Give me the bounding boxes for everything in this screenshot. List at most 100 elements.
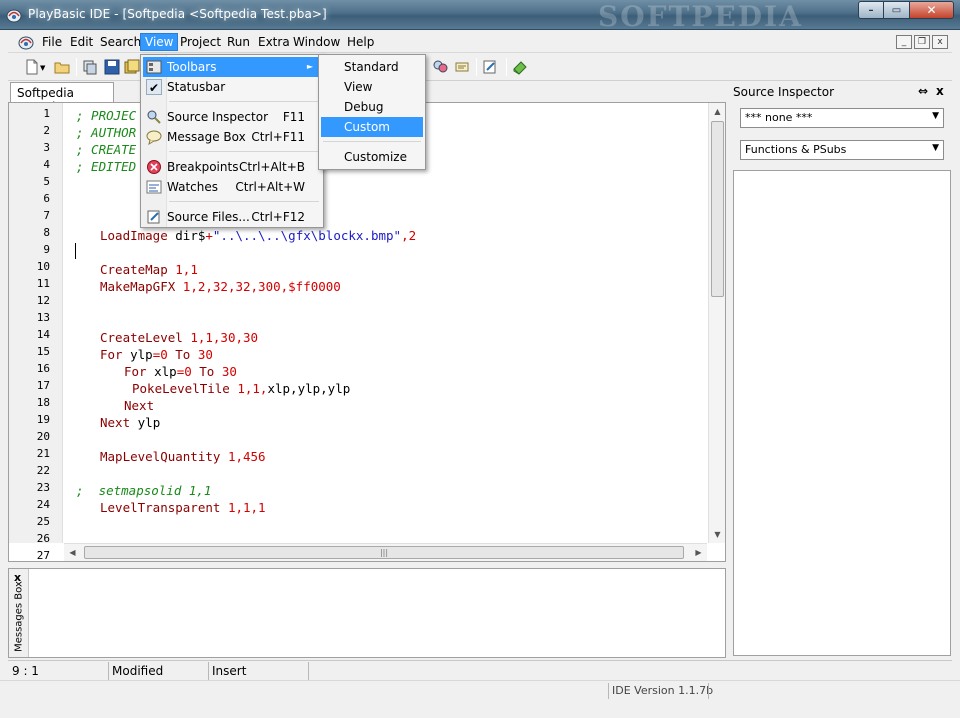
number: 0 xyxy=(184,364,200,379)
vertical-scroll-thumb[interactable] xyxy=(711,121,724,297)
code-line-1: ; PROJEC xyxy=(76,107,136,124)
menu-shortcut: Ctrl+F11 xyxy=(251,130,305,144)
notes-icon[interactable] xyxy=(454,59,470,75)
line-number: 8 xyxy=(43,226,50,239)
comment-text: ; setmapsolid 1,1 xyxy=(76,483,212,498)
code-line-11: MakeMapGFX 1,2,32,32,300,$ff0000 xyxy=(100,278,341,295)
code-editor[interactable]: 1 2 3 4 5 6 7 8 9 10 11 12 13 14 15 16 17 18 19 20 21 22 23 24 2… xyxy=(8,102,726,562)
menu-window[interactable]: Window xyxy=(289,33,344,51)
minimize-button[interactable]: – xyxy=(858,1,884,19)
code-line-3: ; CREATE xyxy=(76,141,136,158)
line-number: 15 xyxy=(36,345,50,358)
menu-item-breakpoints[interactable]: Breakpoints Ctrl+Alt+B xyxy=(143,157,321,177)
horizontal-scroll-thumb[interactable]: ||| xyxy=(84,546,684,559)
menu-item-label: Statusbar xyxy=(167,80,226,94)
editor-status-bar: 9 : 1 Modified Insert xyxy=(8,660,952,680)
toolbar-separator xyxy=(506,58,507,76)
mdi-controls: _ ❐ x xyxy=(896,35,948,49)
code-line-21: MapLevelQuantity 1,456 xyxy=(100,448,266,465)
source-inspector-close-button[interactable]: x xyxy=(936,84,944,98)
menu-item-toolbars[interactable]: Toolbars ► xyxy=(143,57,321,77)
submenu-item-standard[interactable]: Standard xyxy=(321,57,423,77)
menu-edit[interactable]: Edit xyxy=(66,33,97,51)
menu-extra[interactable]: Extra xyxy=(254,33,294,51)
line-number: 18 xyxy=(36,396,50,409)
menu-item-statusbar[interactable]: ✔ Statusbar xyxy=(143,77,321,97)
menu-view[interactable]: View xyxy=(140,33,179,51)
line-number: 3 xyxy=(43,141,50,154)
menu-shortcut: Ctrl+F12 xyxy=(251,210,305,224)
menu-help[interactable]: Help xyxy=(343,33,378,51)
keyword: For xyxy=(100,347,131,362)
submenu-item-customize[interactable]: Customize xyxy=(321,147,423,167)
copy-icon[interactable] xyxy=(82,59,98,75)
line-number: 14 xyxy=(36,328,50,341)
document-tab[interactable]: Softpedia Test.pba xyxy=(10,82,114,114)
line-number: 21 xyxy=(36,447,50,460)
number: 30 xyxy=(221,364,237,379)
scroll-right-icon[interactable]: ▶ xyxy=(690,544,707,561)
line-number: 26 xyxy=(36,532,50,545)
chevron-down-icon[interactable]: ▼ xyxy=(932,143,939,153)
submenu-item-custom[interactable]: Custom xyxy=(321,117,423,137)
editor-vertical-scrollbar[interactable]: ▲ ▼ xyxy=(708,103,725,543)
scope-dropdown[interactable]: *** none *** ▼ xyxy=(740,108,944,128)
number: 1,1,30,30 xyxy=(190,330,259,345)
open-folder-icon[interactable] xyxy=(54,59,70,75)
source-inspector-tree[interactable] xyxy=(733,170,951,656)
submenu-item-debug[interactable]: Debug xyxy=(321,97,423,117)
book-icon[interactable] xyxy=(512,59,528,75)
menu-item-message-box[interactable]: Message Box Ctrl+F11 xyxy=(143,127,321,147)
menu-file[interactable]: File xyxy=(38,33,66,51)
submenu-item-view[interactable]: View xyxy=(321,77,423,97)
breakpoint-icon xyxy=(147,160,161,174)
menu-item-source-files[interactable]: Source Files... Ctrl+F12 xyxy=(143,207,321,227)
watermark-text: SOFTPEDIA xyxy=(598,0,803,33)
line-number: 7 xyxy=(43,209,50,222)
toolbars-submenu: Standard View Debug Custom Customize xyxy=(318,54,426,170)
mdi-restore-button[interactable]: ❐ xyxy=(914,35,930,49)
insert-mode-status: Insert xyxy=(212,664,247,678)
scroll-down-icon[interactable]: ▼ xyxy=(709,526,726,543)
code-line-10: CreateMap 1,1 xyxy=(100,261,198,278)
menu-separator xyxy=(169,201,319,202)
menu-item-source-inspector[interactable]: Source Inspector F11 xyxy=(143,107,321,127)
maximize-button[interactable]: ▭ xyxy=(884,1,910,19)
menu-run[interactable]: Run xyxy=(223,33,254,51)
messages-box-panel[interactable]: x Messages Box xyxy=(8,568,726,658)
scroll-up-icon[interactable]: ▲ xyxy=(709,103,726,120)
mdi-minimize-button[interactable]: _ xyxy=(896,35,912,49)
editor-horizontal-scrollbar[interactable]: ◀ ||| ▶ xyxy=(64,543,707,561)
playbasic-app-icon[interactable] xyxy=(6,7,22,23)
menu-project[interactable]: Project xyxy=(176,33,225,51)
document-icon[interactable] xyxy=(18,34,34,50)
code-line-18: Next xyxy=(124,397,154,414)
keyword: MakeMapGFX xyxy=(100,279,183,294)
functions-dropdown[interactable]: Functions & PSubs ▼ xyxy=(740,140,944,160)
window-controls: – ▭ ✕ xyxy=(858,1,954,19)
scroll-left-icon[interactable]: ◀ xyxy=(64,544,81,561)
chevron-down-icon[interactable]: ▼ xyxy=(932,111,939,121)
code-line-17: PokeLevelTile 1,1,xlp,ylp,ylp xyxy=(132,380,350,397)
source-inspector-panel: Source Inspector ⇔ x *** none *** ▼ Func… xyxy=(730,82,952,658)
line-number: 23 xyxy=(36,481,50,494)
keyword: PokeLevelTile xyxy=(132,381,238,396)
find-icon[interactable] xyxy=(432,59,448,75)
edit-icon[interactable] xyxy=(482,59,498,75)
line-number: 16 xyxy=(36,362,50,375)
source-inspector-icon xyxy=(147,110,161,124)
save-all-icon[interactable] xyxy=(124,59,140,75)
new-file-icon[interactable] xyxy=(24,59,40,75)
save-icon[interactable] xyxy=(104,59,120,75)
code-line-14: CreateLevel 1,1,30,30 xyxy=(100,329,258,346)
title-bar: PlayBasic IDE - [Softpedia <Softpedia Te… xyxy=(0,0,960,33)
menu-separator xyxy=(323,141,421,142)
pin-icon[interactable]: ⇔ xyxy=(918,84,928,98)
menu-search[interactable]: Search xyxy=(96,33,145,51)
mdi-close-button[interactable]: x xyxy=(932,35,948,49)
line-number: 10 xyxy=(36,260,50,273)
menu-item-label: Toolbars xyxy=(167,60,217,74)
close-button[interactable]: ✕ xyxy=(910,1,954,19)
menu-item-watches[interactable]: Watches Ctrl+Alt+W xyxy=(143,177,321,197)
submenu-arrow-icon: ► xyxy=(306,62,313,71)
